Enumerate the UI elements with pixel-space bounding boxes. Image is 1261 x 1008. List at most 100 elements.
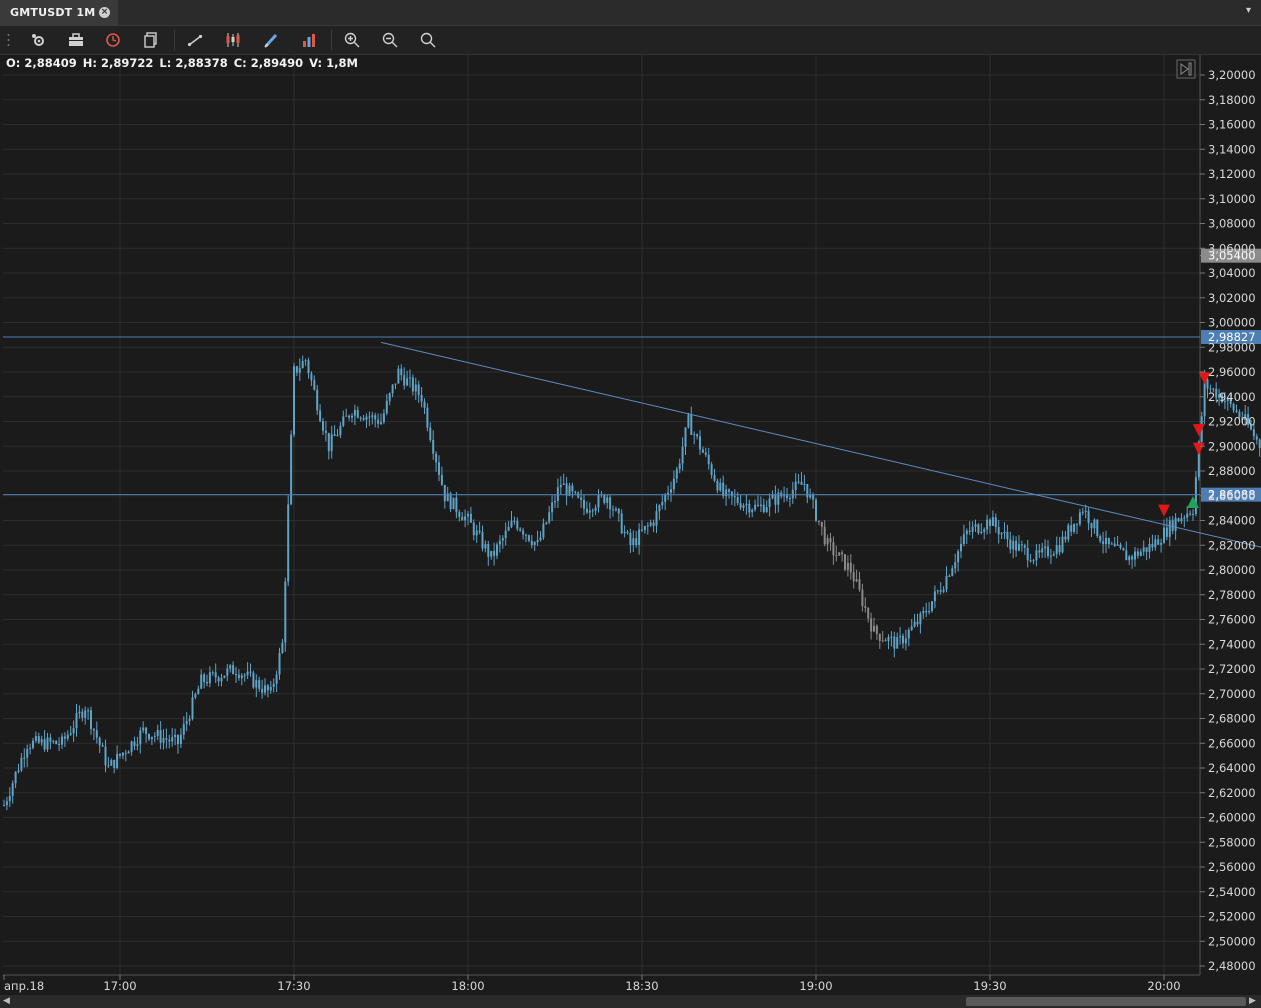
candle-body [583, 499, 585, 509]
scrollbar-thumb[interactable] [966, 997, 1246, 1006]
indicators-button[interactable] [297, 29, 321, 51]
candle-body [84, 710, 87, 718]
close-icon[interactable]: × [99, 7, 110, 18]
candle-body [1145, 547, 1148, 552]
ohlc-high: H: 2,89722 [82, 56, 154, 70]
candles-icon [226, 33, 240, 47]
zoom-in-button[interactable] [340, 29, 364, 51]
candle-body [942, 589, 945, 592]
grip-icon[interactable] [7, 33, 10, 47]
candle-body [585, 508, 588, 513]
candles-button[interactable] [221, 29, 245, 51]
candle-body [609, 497, 612, 510]
candle-body [797, 481, 800, 483]
candle-body [617, 508, 620, 514]
candle-body [1134, 551, 1136, 560]
candle-body [229, 665, 232, 669]
candle-body [957, 551, 960, 563]
candle-body [336, 435, 339, 437]
candle-body [890, 636, 893, 638]
candle-body [255, 680, 258, 688]
scroll-right-icon[interactable]: ▶ [1249, 996, 1256, 1006]
candle-body [322, 421, 324, 431]
candle-body [661, 501, 664, 506]
toolbar-separator [174, 30, 175, 50]
candle-body [368, 416, 371, 418]
settings-button[interactable] [26, 29, 50, 51]
candle-body [1255, 436, 1258, 440]
candle-body [278, 653, 281, 675]
candle-body [1102, 541, 1105, 544]
copy-button[interactable] [139, 29, 163, 51]
y-tick-label: 2,48000 [1208, 959, 1256, 973]
candle-body [1032, 560, 1035, 562]
copy-icon [144, 32, 157, 48]
chevron-down-icon[interactable]: ▾ [1246, 5, 1251, 16]
toolbar-separator [331, 30, 332, 50]
price-chart[interactable]: 2,988272,860883,05400 3,200003,180003,16… [0, 0, 1261, 1008]
candle-body [739, 503, 742, 508]
candle-body [928, 611, 931, 613]
candle-body [641, 529, 643, 531]
ohlc-close: C: 2,89490 [233, 56, 304, 70]
candle-body [559, 484, 562, 488]
candle-body [61, 736, 63, 745]
candle-body [133, 741, 136, 746]
zoom-out-button[interactable] [378, 29, 402, 51]
candle-body [791, 489, 794, 499]
scroll-left-icon[interactable]: ◀ [3, 996, 10, 1006]
candle-body [951, 568, 954, 576]
candle-body [411, 377, 414, 392]
candle-body [104, 746, 107, 766]
time-axis[interactable]: апр.18 17:00 17:30 18:00 18:30 19:00 19:30 20:0… [3, 975, 1261, 993]
candle-body [148, 733, 150, 740]
horizontal-scrollbar[interactable]: ◀ ▶ [0, 995, 1261, 1008]
clock-icon [106, 33, 120, 47]
candle-body [197, 688, 200, 695]
candle-body [820, 521, 823, 527]
y-tick-label: 3,14000 [1208, 142, 1256, 156]
candle-body [536, 540, 539, 543]
y-tick-label: 2,62000 [1208, 786, 1256, 800]
candle-body [554, 501, 556, 503]
tab-gmtusdt[interactable]: GMTUSDT 1M × [0, 0, 118, 25]
candle-body [806, 483, 809, 498]
x-tick-label: апр.18 [4, 979, 44, 993]
candle-body [638, 529, 641, 546]
candle-body [66, 734, 69, 739]
candle-body [759, 504, 762, 506]
candle-body [490, 550, 493, 557]
candle-body [1076, 523, 1078, 525]
candle-body [1192, 513, 1194, 515]
y-tick-label: 2,98000 [1208, 340, 1256, 354]
tab-bar: GMTUSDT 1M × ▾ [0, 0, 1261, 26]
candle-body [516, 520, 519, 529]
candle-body [519, 528, 522, 531]
candle-body [910, 626, 913, 630]
candle-body [58, 743, 61, 745]
timeframe-button[interactable] [101, 29, 125, 51]
candle-body [832, 542, 835, 556]
brush-tool-button[interactable] [259, 29, 283, 51]
y-tick-label: 2,68000 [1208, 712, 1256, 726]
candle-body [542, 523, 545, 538]
search-button[interactable] [416, 29, 440, 51]
candle-body [916, 621, 919, 625]
portfolio-button[interactable] [64, 29, 88, 51]
x-tick-label: 17:30 [277, 979, 310, 993]
candle-body [1122, 548, 1125, 551]
candle-body [362, 418, 365, 420]
y-tick-label: 2,76000 [1208, 613, 1256, 627]
candle-body [748, 503, 751, 513]
candle-body [510, 520, 513, 528]
trendline-tool-button[interactable] [183, 29, 207, 51]
candle-body [1119, 544, 1122, 549]
price-axis[interactable]: 3,20000 3,18000 3,16000 3,14000 3,12000 3,100… [1200, 68, 1256, 973]
candle-body [153, 735, 156, 737]
candle-body [301, 361, 304, 369]
y-tick-label: 2,94000 [1208, 390, 1256, 404]
candle-body [699, 436, 701, 450]
candle-body [188, 718, 191, 721]
candle-body [46, 737, 49, 750]
candle-body [794, 481, 797, 490]
